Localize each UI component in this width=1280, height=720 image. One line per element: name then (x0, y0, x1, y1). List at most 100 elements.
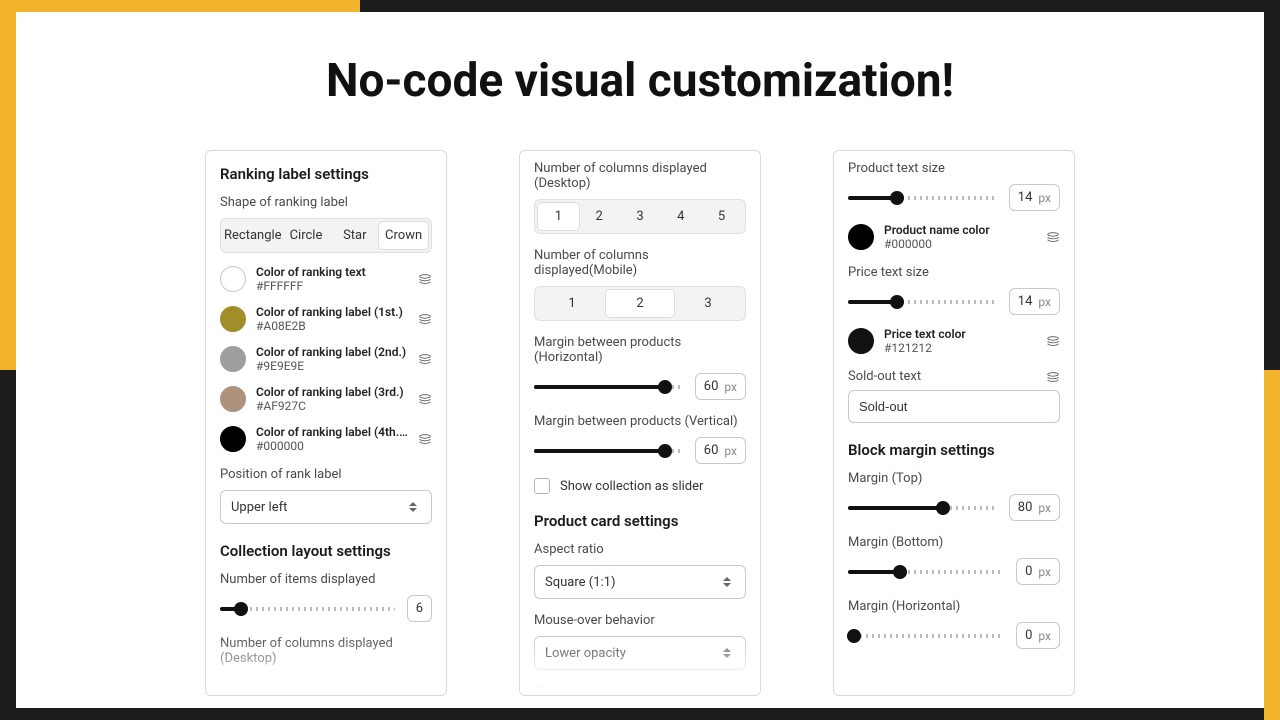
product-text-size-value-box[interactable]: 14 px (1009, 184, 1060, 211)
desktop-cols-label: Number of columns displayed (Desktop) (220, 636, 432, 666)
margin-top-value: 80 (1018, 500, 1033, 515)
layers-icon[interactable] (418, 272, 432, 286)
mobile-cols-label: Number of columns displayed(Mobile) (534, 248, 746, 278)
position-value: Upper left (231, 500, 287, 515)
unit-px: px (1038, 191, 1051, 205)
show-slider-checkbox[interactable] (534, 478, 550, 494)
unit-px: px (1038, 565, 1051, 579)
slider-thumb[interactable] (658, 380, 672, 394)
swatch-3rd[interactable] (220, 386, 246, 412)
soldout-input[interactable] (848, 390, 1060, 423)
margin-top-value-box[interactable]: 80 px (1009, 494, 1060, 521)
margin-bottom-value: 0 (1025, 564, 1032, 579)
color-hex-label: #A08E2B (256, 319, 408, 333)
vmargin-value-box[interactable]: 60 px (695, 437, 746, 464)
color-row-2nd[interactable]: Color of ranking label (2nd.) #9E9E9E (220, 345, 432, 373)
slider-thumb[interactable] (890, 295, 904, 309)
hmargin-slider[interactable] (534, 385, 683, 389)
color-hex-label: #AF927C (256, 399, 408, 413)
margin-bottom-value-box[interactable]: 0 px (1016, 558, 1060, 585)
swatch-price-color[interactable] (848, 328, 874, 354)
shape-option-crown[interactable]: Crown (379, 222, 428, 249)
items-slider[interactable] (220, 607, 395, 611)
mobile-cols-segmented[interactable]: 1 2 3 (534, 286, 746, 321)
vmargin-label: Margin between products (Vertical) (534, 414, 746, 429)
desktop-cols-1[interactable]: 1 (538, 203, 579, 230)
shape-segmented[interactable]: Rectangle Circle Star Crown (220, 218, 432, 253)
color-row-text[interactable]: Color of ranking text #FFFFFF (220, 265, 432, 293)
panel-ranking-label: Ranking label settings Shape of ranking … (205, 150, 447, 696)
hmargin-label: Margin between products (Horizontal) (534, 335, 746, 365)
margin-horizontal-value-box[interactable]: 0 px (1016, 622, 1060, 649)
layers-icon[interactable] (1046, 370, 1060, 384)
price-color-row[interactable]: Price text color #121212 (848, 327, 1060, 355)
margin-top-label: Margin (Top) (848, 471, 1060, 486)
margin-horizontal-slider[interactable] (848, 634, 1004, 638)
unit-px: px (1038, 295, 1051, 309)
color-hex-label: #000000 (256, 439, 408, 453)
layers-icon[interactable] (418, 432, 432, 446)
layers-icon[interactable] (1046, 230, 1060, 244)
slider-thumb[interactable] (893, 565, 907, 579)
shape-option-rectangle[interactable]: Rectangle (224, 222, 282, 249)
vmargin-slider[interactable] (534, 449, 683, 453)
hmargin-value: 60 (704, 379, 719, 394)
mobile-cols-2[interactable]: 2 (606, 290, 674, 317)
margin-bottom-label: Margin (Bottom) (848, 535, 1060, 550)
show-slider-label: Show collection as slider (560, 479, 703, 494)
section-heading-product-card: Product card settings (534, 512, 746, 530)
color-row-4th[interactable]: Color of ranking label (4th.~) #000000 (220, 425, 432, 453)
hmargin-value-box[interactable]: 60 px (695, 373, 746, 400)
position-select[interactable]: Upper left (220, 490, 432, 524)
mobile-cols-3[interactable]: 3 (674, 290, 742, 317)
price-text-size-slider[interactable] (848, 300, 997, 304)
swatch-1st[interactable] (220, 306, 246, 332)
chevron-updown-icon (723, 645, 735, 661)
price-text-size-value-box[interactable]: 14 px (1009, 288, 1060, 315)
desktop-cols-label: Number of columns displayed (Desktop) (534, 161, 746, 191)
slider-thumb[interactable] (658, 444, 672, 458)
desktop-cols-5[interactable]: 5 (701, 203, 742, 230)
swatch-pname-color[interactable] (848, 224, 874, 250)
color-name-label: Color of ranking text (256, 265, 408, 279)
layers-icon[interactable] (418, 312, 432, 326)
shape-option-circle[interactable]: Circle (282, 222, 331, 249)
mobile-cols-1[interactable]: 1 (538, 290, 606, 317)
shape-label: Shape of ranking label (220, 195, 432, 210)
layers-icon[interactable] (1046, 334, 1060, 348)
color-row-1st[interactable]: Color of ranking label (1st.) #A08E2B (220, 305, 432, 333)
slider-thumb[interactable] (890, 191, 904, 205)
swatch-2nd[interactable] (220, 346, 246, 372)
layers-icon[interactable] (418, 392, 432, 406)
desktop-cols-4[interactable]: 4 (660, 203, 701, 230)
margin-bottom-slider[interactable] (848, 570, 1004, 574)
color-name-label: Color of ranking label (4th.~) (256, 425, 408, 439)
layers-icon[interactable] (418, 352, 432, 366)
slider-thumb[interactable] (936, 501, 950, 515)
slider-thumb[interactable] (234, 602, 248, 616)
items-value-box[interactable]: 6 (407, 595, 432, 622)
swatch-4th[interactable] (220, 426, 246, 452)
product-text-size-slider[interactable] (848, 196, 997, 200)
margin-top-slider[interactable] (848, 506, 997, 510)
vmargin-value: 60 (704, 443, 719, 458)
panel-product-text-block-margin: Product text size 14 px Product name col… (833, 150, 1075, 696)
desktop-cols-2[interactable]: 2 (579, 203, 620, 230)
swatch-ranking-text[interactable] (220, 266, 246, 292)
color-row-3rd[interactable]: Color of ranking label (3rd.) #AF927C (220, 385, 432, 413)
chevron-updown-icon (723, 574, 735, 590)
price-color-label: Price text color (884, 327, 1036, 341)
color-name-label: Color of ranking label (3rd.) (256, 385, 408, 399)
aspect-select[interactable]: Square (1:1) (534, 565, 746, 599)
desktop-cols-3[interactable]: 3 (620, 203, 661, 230)
shape-option-star[interactable]: Star (330, 222, 379, 249)
product-text-size-label: Product text size (848, 161, 1060, 176)
desktop-cols-segmented[interactable]: 1 2 3 4 5 (534, 199, 746, 234)
price-text-size-label: Price text size (848, 265, 1060, 280)
mouseover-value: Lower opacity (545, 646, 626, 661)
unit-px: px (1038, 629, 1051, 643)
pname-color-row[interactable]: Product name color #000000 (848, 223, 1060, 251)
mouseover-select[interactable]: Lower opacity (534, 636, 746, 670)
slider-thumb[interactable] (847, 629, 861, 643)
pname-color-hex: #000000 (884, 237, 1036, 251)
